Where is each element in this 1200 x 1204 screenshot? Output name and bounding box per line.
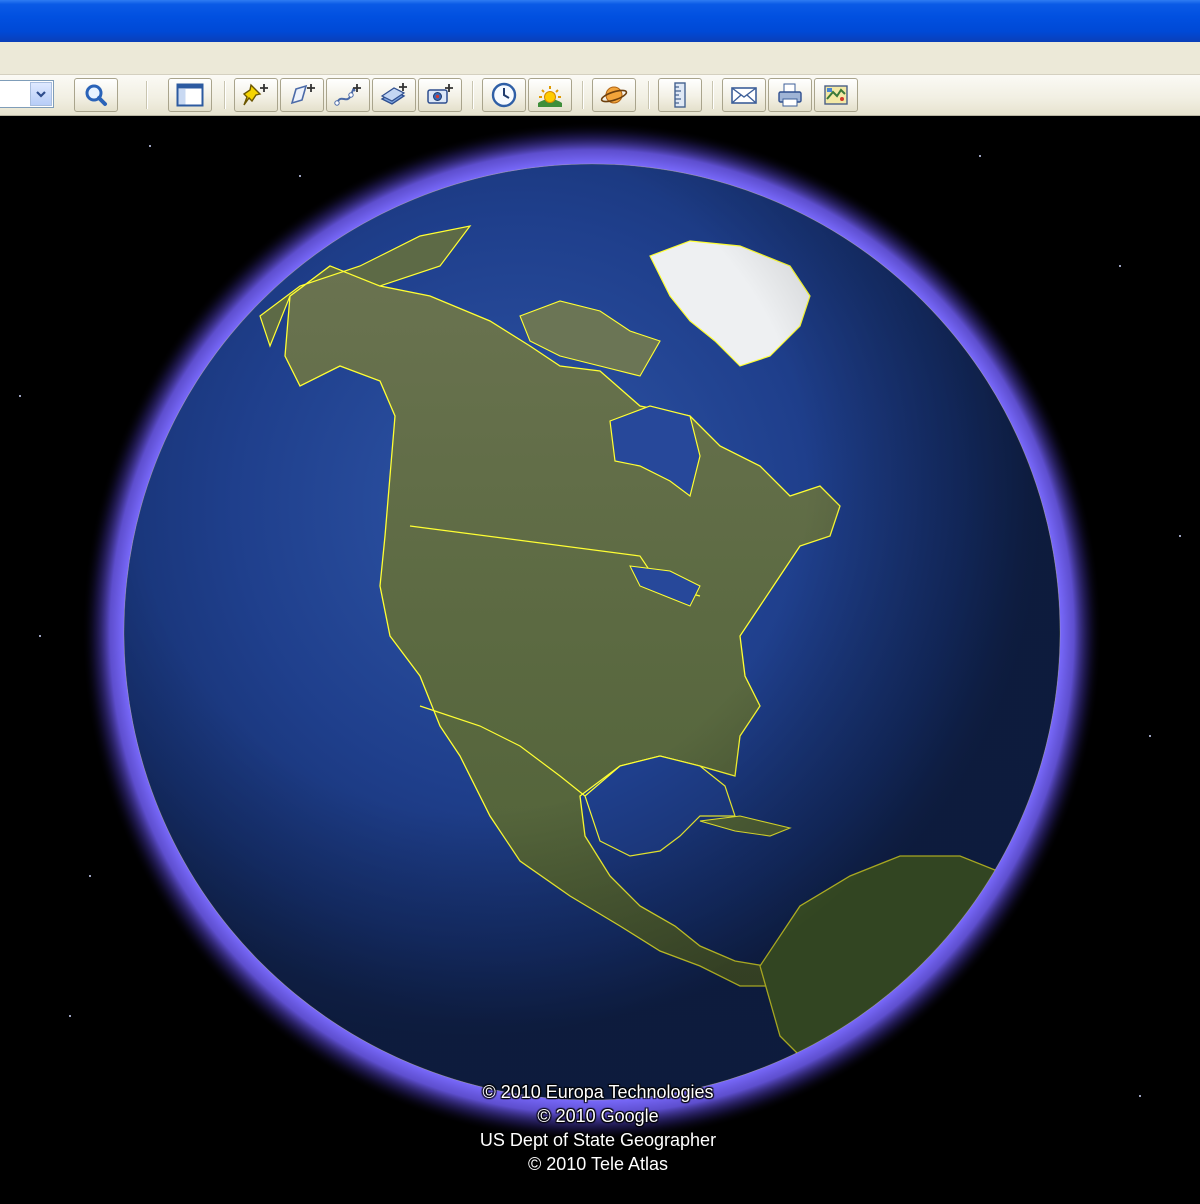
map-icon	[824, 85, 848, 105]
planet-icon	[600, 86, 628, 104]
chevron-down-icon[interactable]	[30, 82, 52, 106]
sidebar-toggle-button[interactable]	[168, 78, 212, 112]
search-button[interactable]	[74, 78, 118, 112]
polygon-add-icon	[290, 84, 315, 105]
overlay-add-icon	[380, 83, 407, 105]
print-button[interactable]	[768, 78, 812, 112]
toolbar-separator	[472, 81, 473, 109]
path-add-icon	[334, 84, 361, 106]
switch-planet-button[interactable]	[592, 78, 636, 112]
magnifier-icon	[85, 84, 107, 106]
menu-bar[interactable]	[0, 42, 1200, 75]
attribution-line: © 2010 Tele Atlas	[527, 1154, 669, 1174]
camera-add-icon	[427, 84, 453, 104]
toolbar-separator	[712, 81, 713, 109]
add-polygon-button[interactable]	[280, 78, 324, 112]
sidebar-icon	[176, 83, 204, 107]
toolbar-separator	[224, 81, 225, 109]
attribution-line: US Dept of State Geographer	[479, 1130, 717, 1150]
add-image-overlay-button[interactable]	[372, 78, 416, 112]
attribution-line: © 2010 Google	[537, 1106, 659, 1126]
pushpin-add-icon	[242, 83, 268, 106]
attribution-line: © 2010 Europa Technologies	[482, 1082, 714, 1102]
earth-3d-viewport[interactable]: © 2010 Europa Technologies © 2010 Google…	[0, 116, 1200, 1200]
envelope-icon	[731, 87, 757, 104]
ruler-icon	[674, 82, 686, 108]
globe-view[interactable]	[0, 116, 1200, 1200]
toolbar-separator	[648, 81, 649, 109]
historical-imagery-button[interactable]	[482, 78, 526, 112]
view-in-maps-button[interactable]	[814, 78, 858, 112]
clock-icon	[491, 82, 517, 108]
window-title-bar[interactable]	[0, 0, 1200, 42]
printer-icon	[778, 83, 802, 107]
ruler-button[interactable]	[658, 78, 702, 112]
toolbar-separator	[582, 81, 583, 109]
sun-icon	[538, 86, 562, 107]
main-toolbar	[0, 75, 1200, 116]
search-combo-box[interactable]	[0, 80, 54, 108]
record-tour-button[interactable]	[418, 78, 462, 112]
imagery-attribution: © 2010 Europa Technologies © 2010 Google…	[400, 1080, 796, 1176]
sunlight-button[interactable]	[528, 78, 572, 112]
toolbar-separator	[146, 81, 147, 109]
add-path-button[interactable]	[326, 78, 370, 112]
email-button[interactable]	[722, 78, 766, 112]
add-placemark-button[interactable]	[234, 78, 278, 112]
